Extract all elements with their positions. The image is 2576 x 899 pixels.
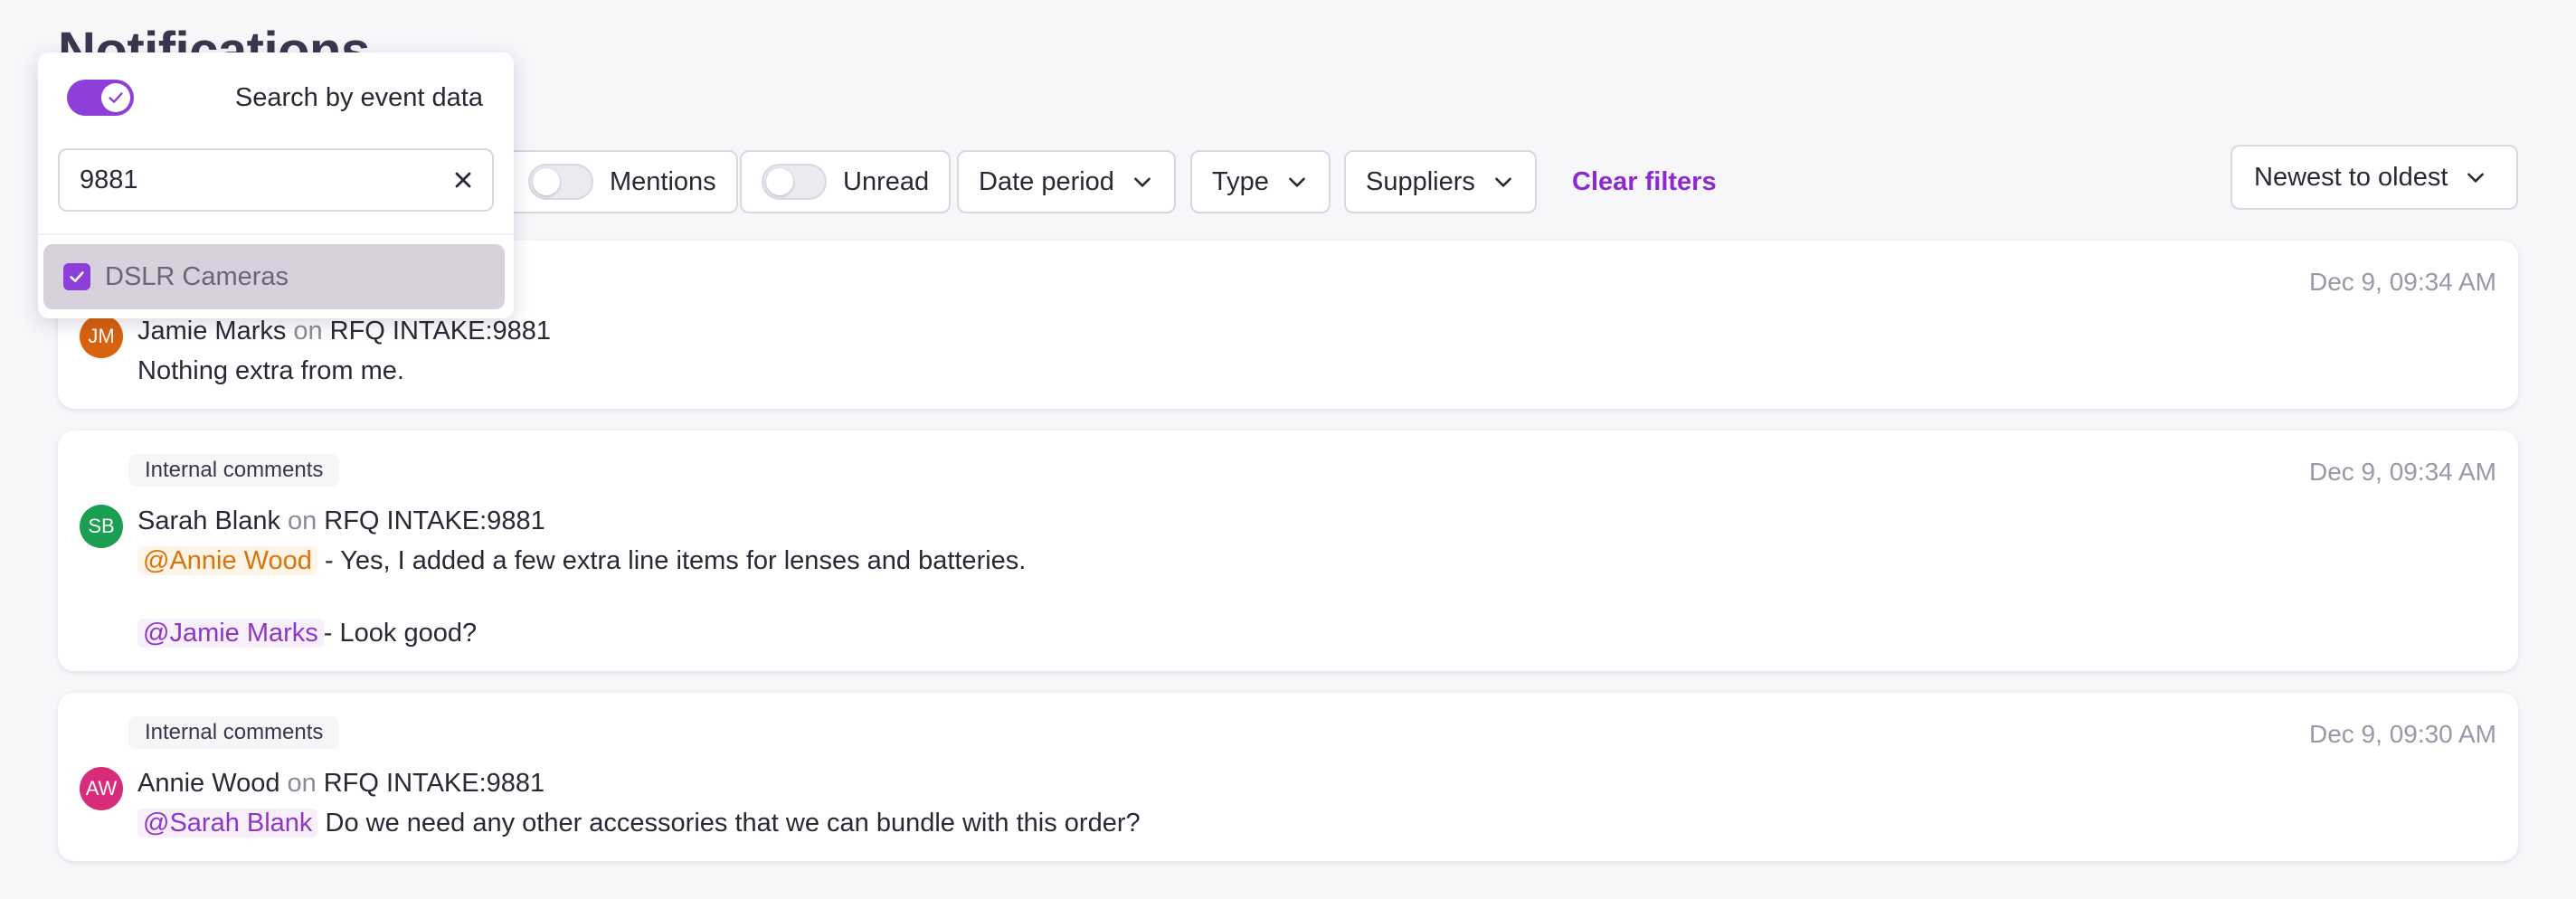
- rfq-link[interactable]: RFQ INTAKE:9881: [324, 506, 545, 535]
- author-name[interactable]: Jamie Marks: [137, 317, 286, 345]
- date-period-label: Date period: [979, 166, 1114, 196]
- type-dropdown[interactable]: Type: [1190, 150, 1331, 213]
- suppliers-label: Suppliers: [1366, 166, 1475, 196]
- unread-filter-toggle[interactable]: Unread: [740, 150, 952, 213]
- check-icon: [70, 271, 84, 282]
- avatar: AW: [80, 767, 123, 810]
- author-name[interactable]: Sarah Blank: [137, 506, 280, 535]
- rfq-link[interactable]: RFQ INTAKE:9881: [330, 317, 551, 345]
- suppliers-dropdown[interactable]: Suppliers: [1344, 150, 1537, 213]
- event-search-field[interactable]: [58, 148, 494, 212]
- byline-connector: on: [288, 506, 317, 535]
- notification-byline: Sarah Blank on RFQ INTAKE:9881: [137, 506, 545, 536]
- event-search-input[interactable]: [80, 150, 441, 210]
- user-mention[interactable]: @Sarah Blank: [137, 809, 318, 837]
- option-label: DSLR Cameras: [105, 261, 289, 291]
- notification-byline: Jamie Marks on RFQ INTAKE:9881: [137, 317, 551, 346]
- chevron-down-icon: [2467, 173, 2485, 183]
- notification-byline: Annie Wood on RFQ INTAKE:9881: [137, 769, 545, 799]
- close-icon[interactable]: [450, 167, 476, 193]
- user-mention[interactable]: @Jamie Marks: [137, 619, 324, 648]
- unread-toggle-switch[interactable]: [762, 164, 827, 200]
- notification-message: @Jamie Marks - Look good?: [137, 619, 477, 648]
- avatar: JM: [80, 315, 123, 358]
- author-name[interactable]: Annie Wood: [137, 769, 279, 798]
- message-text: - Look good?: [323, 619, 478, 648]
- notification-time: Dec 9, 09:34 AM: [2308, 268, 2496, 296]
- avatar: SB: [80, 505, 123, 548]
- chevron-down-icon: [1288, 177, 1305, 187]
- check-icon: [109, 92, 123, 103]
- user-mention[interactable]: @Annie Wood: [137, 546, 317, 575]
- chevron-down-icon: [1134, 177, 1151, 187]
- notification-card[interactable]: Internal comments Dec 9, 09:34 AM SB Sar…: [58, 431, 2518, 671]
- option-checkbox[interactable]: [63, 263, 90, 290]
- notification-message: Nothing extra from me.: [137, 356, 404, 385]
- unread-filter-label: Unread: [843, 166, 930, 196]
- clear-filters-link[interactable]: Clear filters: [1572, 150, 1717, 213]
- search-by-event-data-label: Search by event data: [234, 83, 483, 112]
- notification-message: @Sarah Blank Do we need any other access…: [137, 809, 1141, 838]
- type-label: Type: [1212, 166, 1269, 196]
- date-period-dropdown[interactable]: Date period: [957, 150, 1176, 213]
- toggle-knob: [101, 83, 130, 112]
- notification-message: @Annie Wood - Yes, I added a few extra l…: [137, 546, 1026, 576]
- mentions-toggle-switch[interactable]: [528, 164, 593, 200]
- message-text: Do we need any other accessories that we…: [325, 809, 1141, 837]
- notification-card[interactable]: Internal comments Dec 9, 09:30 AM AW Ann…: [58, 693, 2518, 861]
- category-tag: Internal comments: [128, 716, 340, 749]
- message-text: - Yes, I added a few extra line items fo…: [324, 546, 1027, 575]
- byline-connector: on: [293, 317, 323, 345]
- mentions-filter-label: Mentions: [610, 166, 716, 196]
- notification-time: Dec 9, 09:30 AM: [2308, 720, 2496, 748]
- sort-dropdown[interactable]: Newest to oldest: [2230, 145, 2518, 210]
- category-tag: Internal comments: [128, 454, 340, 487]
- rfq-link[interactable]: RFQ INTAKE:9881: [324, 769, 545, 798]
- search-result-option[interactable]: DSLR Cameras: [43, 244, 505, 309]
- search-by-event-data-toggle[interactable]: [67, 80, 134, 116]
- byline-connector: on: [287, 769, 317, 798]
- popover-divider: [38, 233, 514, 235]
- notification-time: Dec 9, 09:34 AM: [2308, 458, 2496, 486]
- sort-label: Newest to oldest: [2254, 162, 2448, 192]
- chevron-down-icon: [1495, 177, 1511, 187]
- mentions-filter-toggle[interactable]: Mentions: [507, 150, 738, 213]
- event-data-search-popover: Search by event data DSLR Cameras: [38, 52, 514, 318]
